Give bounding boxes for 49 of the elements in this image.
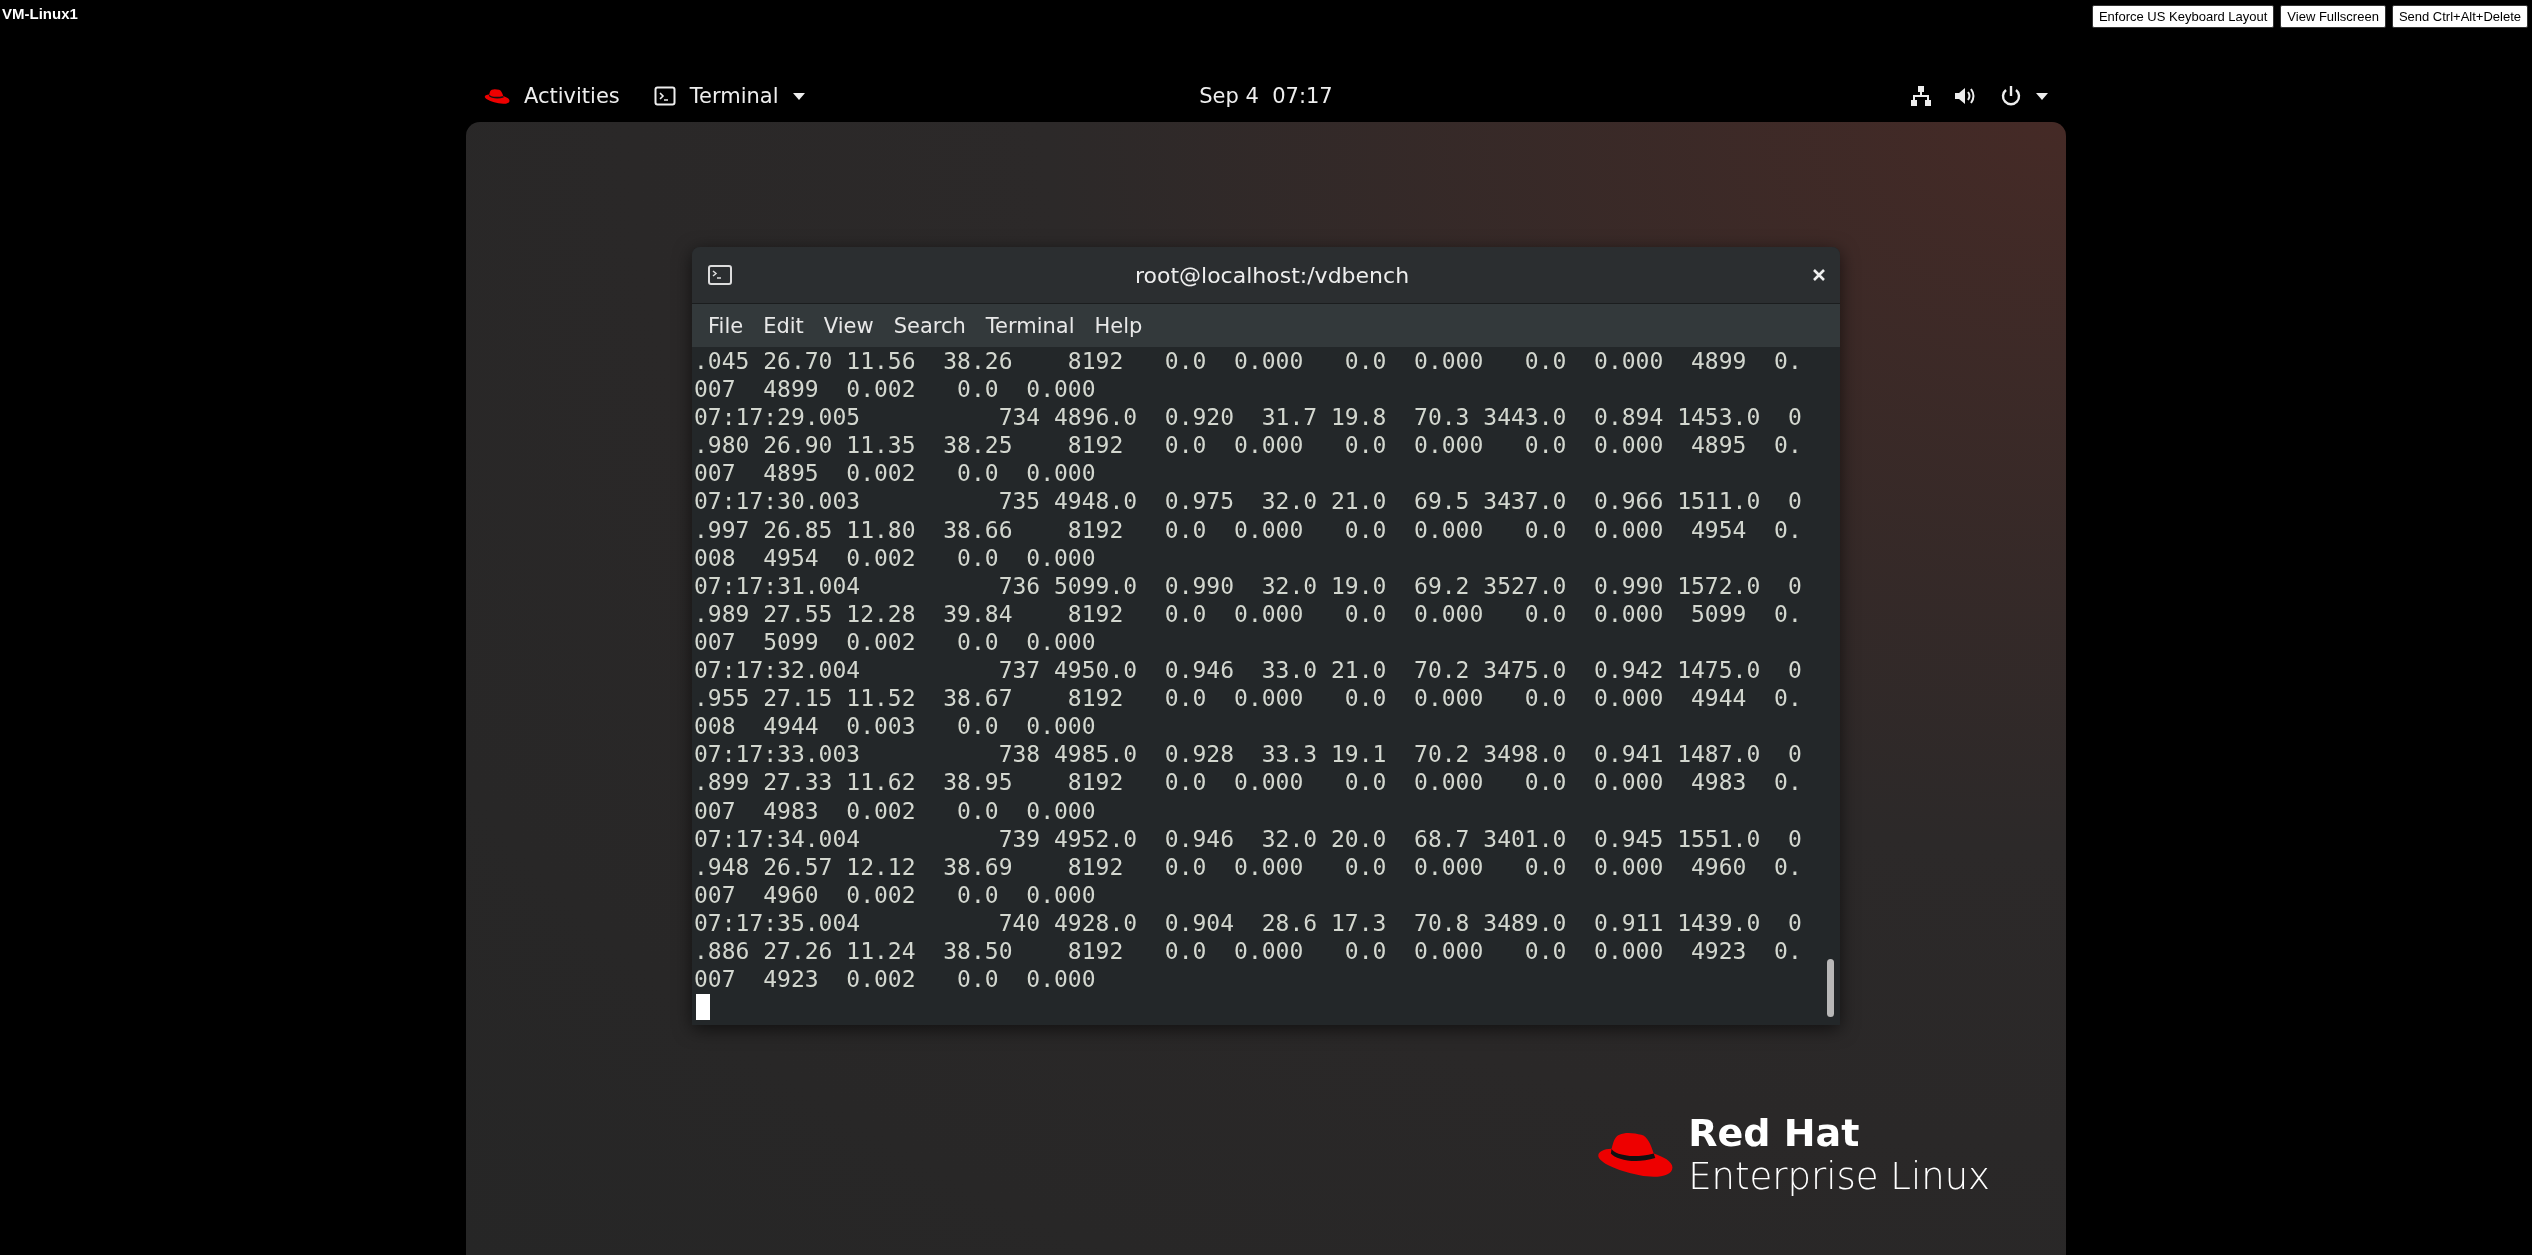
terminal-line: 07:17:33.003 738 4985.0 0.928 33.3 19.1 70.2 3498.0 0.941 1487.0 0 [694,740,1803,769]
terminal-icon [653,85,676,107]
logo-text: Enterprise Linux [1688,1155,1990,1199]
caret-icon [792,92,805,100]
terminal-line: 007 4960 0.002 0.0 0.000 [694,880,1097,909]
terminal-line: 07:17:31.004 736 5099.0 0.990 32.0 19.0 69.2 3527.0 0.990 1572.0 0 [694,571,1803,600]
terminal-line: .948 26.57 12.12 38.69 8192 0.0 0.000 0.0 0.000 0.0 0.000 4960 0. [694,852,1803,881]
menu-item[interactable]: File [698,309,754,342]
caret-icon[interactable] [2036,92,2048,100]
terminal-line: 07:17:35.004 740 4928.0 0.904 28.6 17.3 70.8 3489.0 0.911 1439.0 0 [694,908,1803,937]
terminal-line: .989 27.55 12.28 39.84 8192 0.0 0.000 0.0 0.000 0.0 0.000 5099 0. [694,599,1803,628]
terminal-line: .980 26.90 11.35 38.25 8192 0.0 0.000 0.0 0.000 0.0 0.000 4895 0. [694,431,1803,460]
terminal-icon [708,265,732,285]
terminal-line: 008 4944 0.003 0.0 0.000 [694,712,1097,741]
scrollbar-thumb[interactable] [1827,959,1834,1018]
activities-button[interactable]: Activities [524,84,620,108]
terminal-line: 007 4895 0.002 0.0 0.000 [694,459,1097,488]
terminal-line: .045 26.70 11.56 38.26 8192 0.0 0.000 0.0 0.000 0.0 0.000 4899 0. [694,347,1803,376]
terminal-line: 007 4983 0.002 0.0 0.000 [694,796,1097,825]
terminal-line: 007 5099 0.002 0.0 0.000 [694,627,1097,657]
terminal-line: 07:17:34.004 739 4952.0 0.946 32.0 20.0 68.7 3401.0 0.945 1551.0 0 [694,824,1803,853]
terminal-line: 007 4899 0.002 0.0 0.000 [694,375,1097,404]
menu-item[interactable]: Edit [753,309,814,342]
terminal-line: .886 27.26 11.24 38.50 8192 0.0 0.000 0.0 0.000 0.0 0.000 4923 0. [694,936,1803,966]
fedora-hat-icon [484,87,510,105]
toolbar-button[interactable]: View Fullscreen [2280,5,2386,28]
network-icon[interactable] [1910,85,1932,107]
terminal-line: 07:17:30.003 735 4948.0 0.975 32.0 21.0 69.5 3437.0 0.966 1511.0 0 [694,487,1803,516]
menu-item[interactable]: View [813,309,884,342]
power-icon[interactable] [2000,85,2022,107]
terminal-line: 07:17:32.004 737 4950.0 0.946 33.0 21.0 70.2 3475.0 0.942 1475.0 0 [694,656,1803,685]
text-cursor [696,994,710,1021]
clock[interactable]: Sep 4 07:17 [1199,84,1333,108]
terminal-line: 07:17:29.005 734 4896.0 0.920 31.7 19.8 70.3 3443.0 0.894 1453.0 0 [694,403,1803,432]
logo-text: Red Hat [1688,1112,1861,1156]
menu-item[interactable]: Help [1084,309,1153,342]
terminal-line: 007 4923 0.002 0.0 0.000 [694,965,1097,994]
window-title: root@localhost:/vdbench [1133,262,1411,288]
menu-item[interactable]: Terminal [975,309,1085,342]
toolbar-button[interactable]: Send Ctrl+Alt+Delete [2391,5,2528,28]
menu-item[interactable]: Search [883,309,976,342]
close-icon[interactable] [1812,268,1826,282]
vm-name-label: VM-Linux1 [2,5,78,22]
terminal-line: .997 26.85 11.80 38.66 8192 0.0 0.000 0.0 0.000 0.0 0.000 4954 0. [694,515,1803,544]
app-menu[interactable]: Terminal [689,84,779,108]
toolbar-button[interactable]: Enforce US Keyboard Layout [2091,5,2275,28]
terminal-line: .899 27.33 11.62 38.95 8192 0.0 0.000 0.0 0.000 0.0 0.000 4983 0. [694,768,1803,797]
terminal-line: 008 4954 0.002 0.0 0.000 [694,543,1097,572]
terminal-line: .955 27.15 11.52 38.67 8192 0.0 0.000 0.0 0.000 0.0 0.000 4944 0. [694,684,1803,713]
